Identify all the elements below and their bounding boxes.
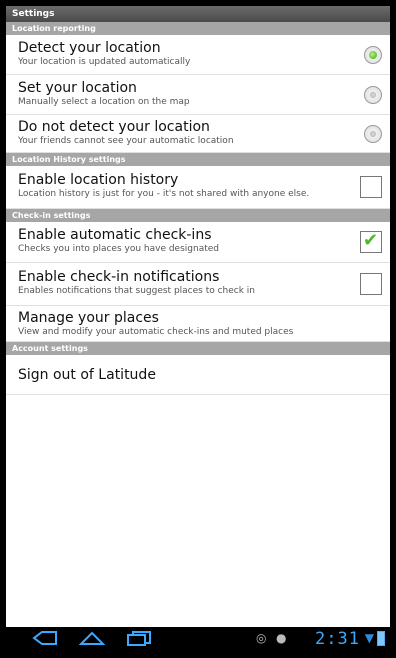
option-title: Enable location history — [18, 172, 179, 188]
android-icon: ● — [276, 631, 287, 645]
settings-screen: Settings Location reporting Detect your … — [6, 6, 390, 652]
option-auto-checkins[interactable]: Enable automatic check-ins Checks you in… — [6, 222, 390, 263]
section-header-account: Account settings — [6, 342, 390, 355]
option-checkin-notifications[interactable]: Enable check-in notifications Enables no… — [6, 263, 390, 306]
checkmark-icon: ✔ — [363, 230, 379, 251]
option-enable-location-history[interactable]: Enable location history Location history… — [6, 166, 390, 209]
option-do-not-detect[interactable]: Do not detect your location Your friends… — [6, 115, 390, 153]
option-summary: Checks you into places you have designat… — [18, 244, 219, 254]
option-title: Enable check-in notifications — [18, 269, 220, 285]
option-title: Manage your places — [18, 310, 159, 326]
back-icon[interactable] — [32, 630, 58, 650]
clock: 2:31 — [315, 629, 360, 649]
checkbox-unchecked[interactable] — [360, 273, 382, 295]
checkbox-checked[interactable]: ✔ — [360, 230, 382, 253]
option-manage-places[interactable]: Manage your places View and modify your … — [6, 306, 390, 342]
recent-apps-icon[interactable] — [126, 630, 152, 650]
section-header-check-in: Check-in settings — [6, 209, 390, 222]
option-title: Enable automatic check-ins — [18, 227, 212, 243]
wifi-icon: ▼ — [364, 631, 374, 645]
option-summary: Location history is just for you - it's … — [18, 189, 310, 199]
radio-dot-icon — [370, 91, 376, 98]
option-title: Detect your location — [18, 40, 161, 56]
radio-button-unselected[interactable] — [364, 124, 382, 143]
option-summary: Manually select a location on the map — [18, 97, 190, 107]
option-detect-location[interactable]: Detect your location Your location is up… — [6, 35, 390, 75]
radio-dot-icon — [370, 130, 376, 137]
home-icon[interactable] — [78, 630, 106, 650]
radio-dot-icon — [369, 50, 377, 59]
window-title: Settings — [6, 6, 390, 22]
option-title: Set your location — [18, 80, 137, 96]
option-summary: Your location is updated automatically — [18, 57, 191, 67]
option-title: Sign out of Latitude — [18, 367, 156, 383]
location-icon: ◎ — [256, 631, 267, 645]
system-bar: ◎ ● 2:31 ▼ — [6, 627, 390, 652]
option-summary: Enables notifications that suggest place… — [18, 286, 256, 296]
checkbox-unchecked[interactable] — [360, 176, 382, 198]
option-summary: View and modify your automatic check-ins… — [18, 327, 294, 337]
option-set-location[interactable]: Set your location Manually select a loca… — [6, 75, 390, 115]
section-header-location-reporting: Location reporting — [6, 22, 390, 35]
option-title: Do not detect your location — [18, 119, 210, 135]
radio-button-unselected[interactable] — [364, 85, 382, 104]
radio-button-selected[interactable] — [364, 45, 382, 64]
section-header-location-history: Location History settings — [6, 153, 390, 166]
option-summary: Your friends cannot see your automatic l… — [18, 136, 234, 146]
battery-icon — [377, 631, 385, 646]
option-sign-out[interactable]: Sign out of Latitude — [6, 355, 390, 395]
